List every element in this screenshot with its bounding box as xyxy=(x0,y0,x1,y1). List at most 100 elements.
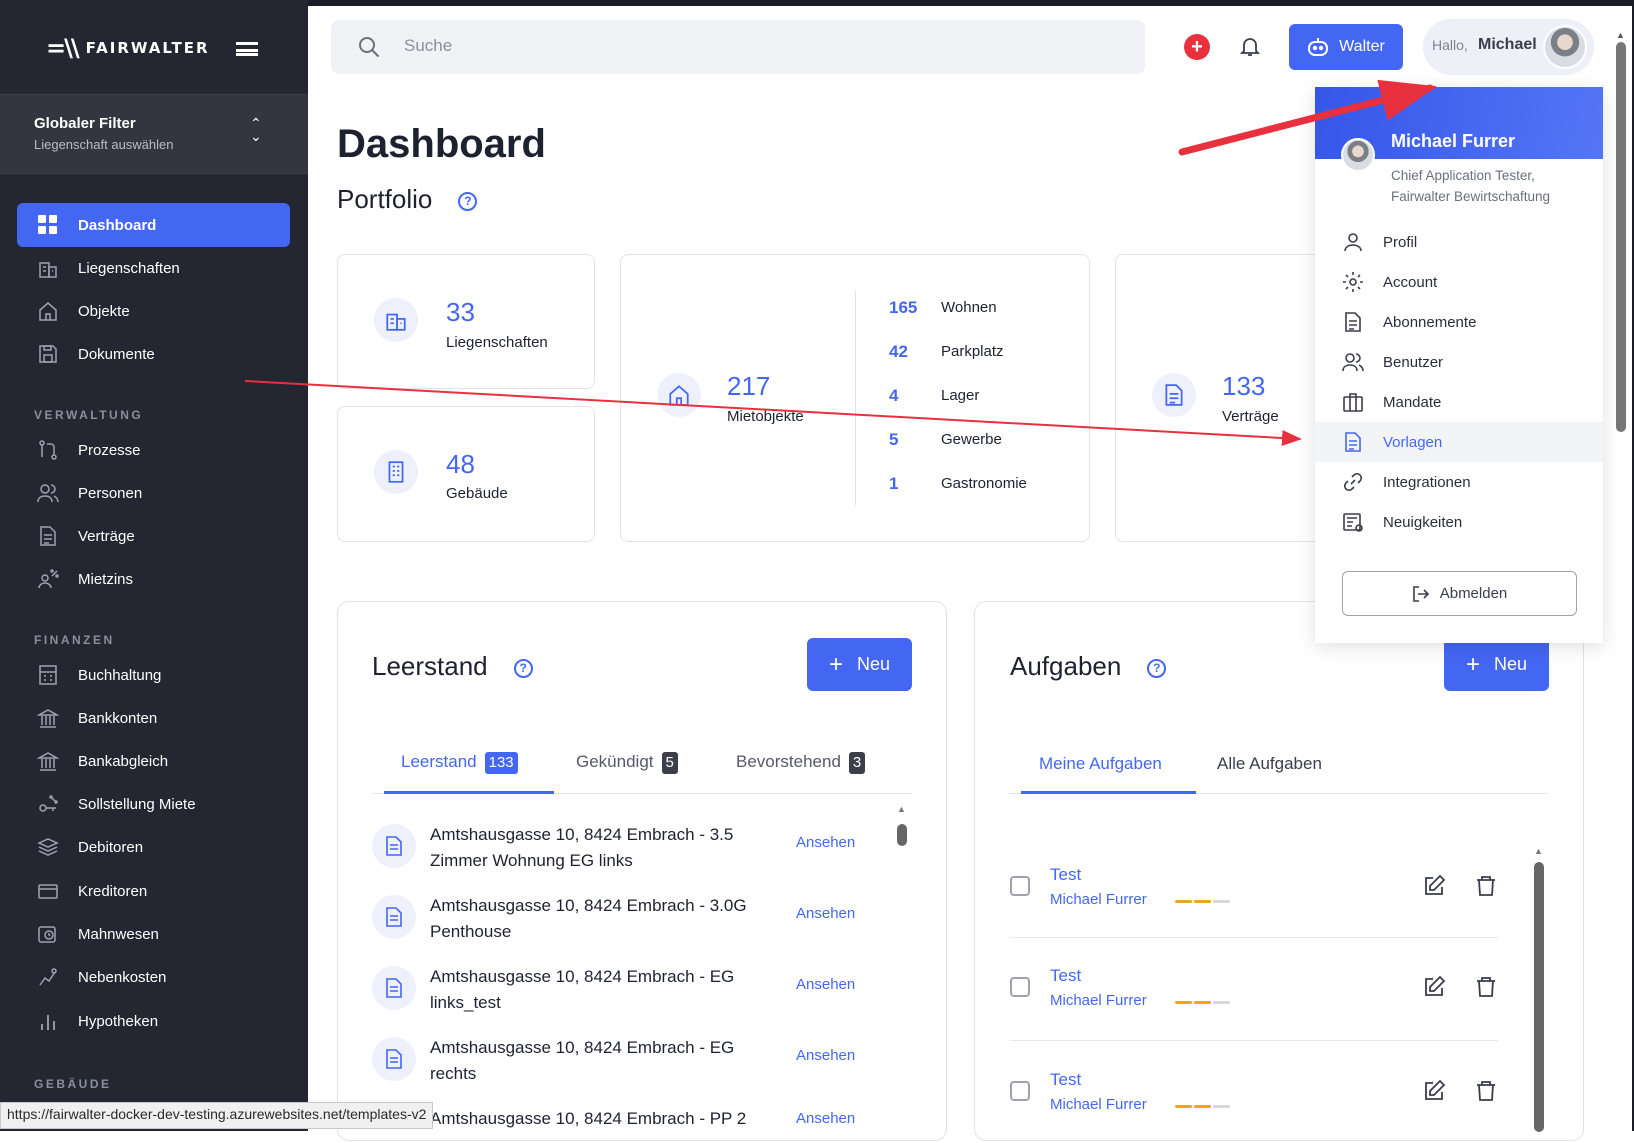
sidebar-item-vertraege[interactable]: Verträge xyxy=(17,514,290,558)
edit-icon[interactable] xyxy=(1422,1079,1446,1103)
sidebar-item-label: Liegenschaften xyxy=(78,259,180,277)
logout-button[interactable]: Abmelden xyxy=(1342,571,1577,616)
sidebar-item-label: Bankabgleich xyxy=(78,752,169,770)
sidebar-item-debitoren[interactable]: Debitoren xyxy=(17,825,290,869)
task-title[interactable]: Test xyxy=(1050,1070,1081,1090)
home-icon xyxy=(36,299,60,323)
sidebar-item-kreditoren[interactable]: Kreditoren xyxy=(17,869,290,913)
kpi-label: Gebäude xyxy=(446,485,508,502)
new-aufgabe-button[interactable]: + Neu xyxy=(1444,638,1549,691)
delete-icon[interactable] xyxy=(1474,874,1498,898)
view-link[interactable]: Ansehen xyxy=(796,905,855,922)
menu-item-profil[interactable]: Profil xyxy=(1315,222,1603,262)
kpi-card-liegenschaften[interactable]: 33 Liegenschaften xyxy=(337,254,595,389)
kpi-card-mietobjekte[interactable]: 217 Mietobjekte xyxy=(620,254,1090,542)
sidebar-item-mahnwesen[interactable]: Mahnwesen xyxy=(17,912,290,956)
plus-icon: + xyxy=(1465,650,1480,678)
menu-item-benutzer[interactable]: Benutzer xyxy=(1315,342,1603,382)
task-title[interactable]: Test xyxy=(1050,966,1081,986)
list-item: Amtshausgasse 10, 8424 Embrach - PP 2 An… xyxy=(372,1108,862,1128)
tab-gekuendigt[interactable]: Gekündigt 5 xyxy=(576,752,678,774)
search-icon xyxy=(359,37,380,58)
scroll-up-icon[interactable]: ▲ xyxy=(1616,30,1625,40)
aufgaben-scrollbar[interactable] xyxy=(1534,862,1544,1132)
tab-bevorstehend[interactable]: Bevorstehend 3 xyxy=(736,752,866,774)
task-checkbox[interactable] xyxy=(1010,1081,1030,1101)
search-bar[interactable]: Suche xyxy=(331,20,1145,74)
menu-toggle-icon[interactable] xyxy=(236,42,258,56)
menu-item-integrationen[interactable]: Integrationen xyxy=(1315,462,1603,502)
sidebar-item-sollstellung-miete[interactable]: Sollstellung Miete xyxy=(17,782,290,826)
menu-item-neuigkeiten[interactable]: Neuigkeiten xyxy=(1315,502,1603,542)
tab-leerstand[interactable]: Leerstand 133 xyxy=(401,752,518,774)
priority-indicator xyxy=(1175,900,1230,903)
task-checkbox[interactable] xyxy=(1010,977,1030,997)
avatar xyxy=(1543,25,1587,69)
sidebar-item-label: Debitoren xyxy=(78,838,144,856)
sidebar-item-dashboard[interactable]: Dashboard xyxy=(17,203,290,247)
edit-icon[interactable] xyxy=(1422,975,1446,999)
panel-title: Leerstand? xyxy=(372,651,533,682)
sidebar-item-buchhaltung[interactable]: Buchhaltung xyxy=(17,653,290,697)
kpi-card-gebaeude[interactable]: 48 Gebäude xyxy=(337,406,595,542)
logo[interactable]: =\\ FAIRWALTER xyxy=(46,34,210,62)
sidebar-item-prozesse[interactable]: Prozesse xyxy=(17,428,290,472)
leerstand-scrollbar[interactable] xyxy=(897,824,907,846)
sidebar-item-dokumente[interactable]: Dokumente xyxy=(17,332,290,376)
tab-meine-aufgaben[interactable]: Meine Aufgaben xyxy=(1039,754,1162,774)
task-row: Test Michael Furrer xyxy=(1010,838,1498,938)
sidebar-item-bankkonten[interactable]: Bankkonten xyxy=(17,696,290,740)
sidebar-item-label: Personen xyxy=(78,484,143,502)
view-link[interactable]: Ansehen xyxy=(796,976,855,993)
menu-item-account[interactable]: Account xyxy=(1315,262,1603,302)
task-assignee: Michael Furrer xyxy=(1050,891,1147,908)
sidebar-item-mietzins[interactable]: Mietzins xyxy=(17,557,290,601)
sidebar-item-personen[interactable]: Personen xyxy=(17,471,290,515)
new-leerstand-button[interactable]: + Neu xyxy=(807,638,912,691)
sidebar-item-bankabgleich[interactable]: Bankabgleich xyxy=(17,739,290,783)
sidebar-item-objekte[interactable]: Objekte xyxy=(17,289,290,333)
user-role: Chief Application Tester, Fairwalter Bew… xyxy=(1391,168,1551,204)
scroll-up-icon[interactable]: ▲ xyxy=(1534,846,1544,856)
menu-item-label: Benutzer xyxy=(1383,353,1444,371)
help-icon[interactable]: ? xyxy=(513,658,533,678)
task-title[interactable]: Test xyxy=(1050,865,1081,885)
grid-icon xyxy=(36,213,60,237)
delete-icon[interactable] xyxy=(1474,1079,1498,1103)
view-link[interactable]: Ansehen xyxy=(796,1047,855,1064)
sidebar-item-liegenschaften[interactable]: Liegenschaften xyxy=(17,246,290,290)
kpi-value: 133 xyxy=(1222,371,1266,401)
document-icon xyxy=(1341,311,1365,333)
help-icon[interactable]: ? xyxy=(458,191,478,211)
help-icon[interactable]: ? xyxy=(1147,658,1167,678)
list-item-text: Amtshausgasse 10, 8424 Embrach - 3.0G Pe… xyxy=(430,896,747,941)
bars-icon xyxy=(36,1009,60,1033)
menu-item-mandate[interactable]: Mandate xyxy=(1315,382,1603,422)
view-link[interactable]: Ansehen xyxy=(796,834,855,851)
bell-icon[interactable] xyxy=(1238,34,1262,58)
scroll-up-icon[interactable]: ▲ xyxy=(897,804,907,814)
breakdown-label: Lager xyxy=(941,387,980,404)
global-filter[interactable]: Globaler Filter Liegenschaft auswählen ⌃… xyxy=(0,94,308,174)
page-scrollbar[interactable]: ▲ xyxy=(1614,30,1628,1130)
sidebar-item-hypotheken[interactable]: Hypotheken xyxy=(17,999,290,1043)
delete-icon[interactable] xyxy=(1474,975,1498,999)
breakdown-value: 4 xyxy=(889,386,899,405)
scroll-thumb[interactable] xyxy=(1616,42,1626,432)
sidebar-item-nebenkosten[interactable]: Nebenkosten xyxy=(17,955,290,999)
walter-assistant-button[interactable]: Walter xyxy=(1289,24,1403,70)
tab-alle-aufgaben[interactable]: Alle Aufgaben xyxy=(1217,754,1322,774)
button-label: Neu xyxy=(1493,654,1528,674)
view-link[interactable]: Ansehen xyxy=(796,1110,855,1127)
menu-item-label: Neuigkeiten xyxy=(1383,513,1463,531)
search-input[interactable]: Suche xyxy=(404,36,452,56)
edit-icon[interactable] xyxy=(1422,874,1446,898)
user-menu-toggle[interactable]: Hallo, Michael xyxy=(1423,19,1594,75)
sidebar-item-label: Sollstellung Miete xyxy=(78,795,196,813)
quick-add-icon[interactable]: + xyxy=(1184,34,1210,60)
menu-item-vorlagen[interactable]: Vorlagen xyxy=(1315,422,1603,462)
task-checkbox[interactable] xyxy=(1010,876,1030,896)
count-badge: 3 xyxy=(848,752,866,774)
menu-item-label: Abonnemente xyxy=(1383,313,1477,331)
menu-item-abonnemente[interactable]: Abonnemente xyxy=(1315,302,1603,342)
